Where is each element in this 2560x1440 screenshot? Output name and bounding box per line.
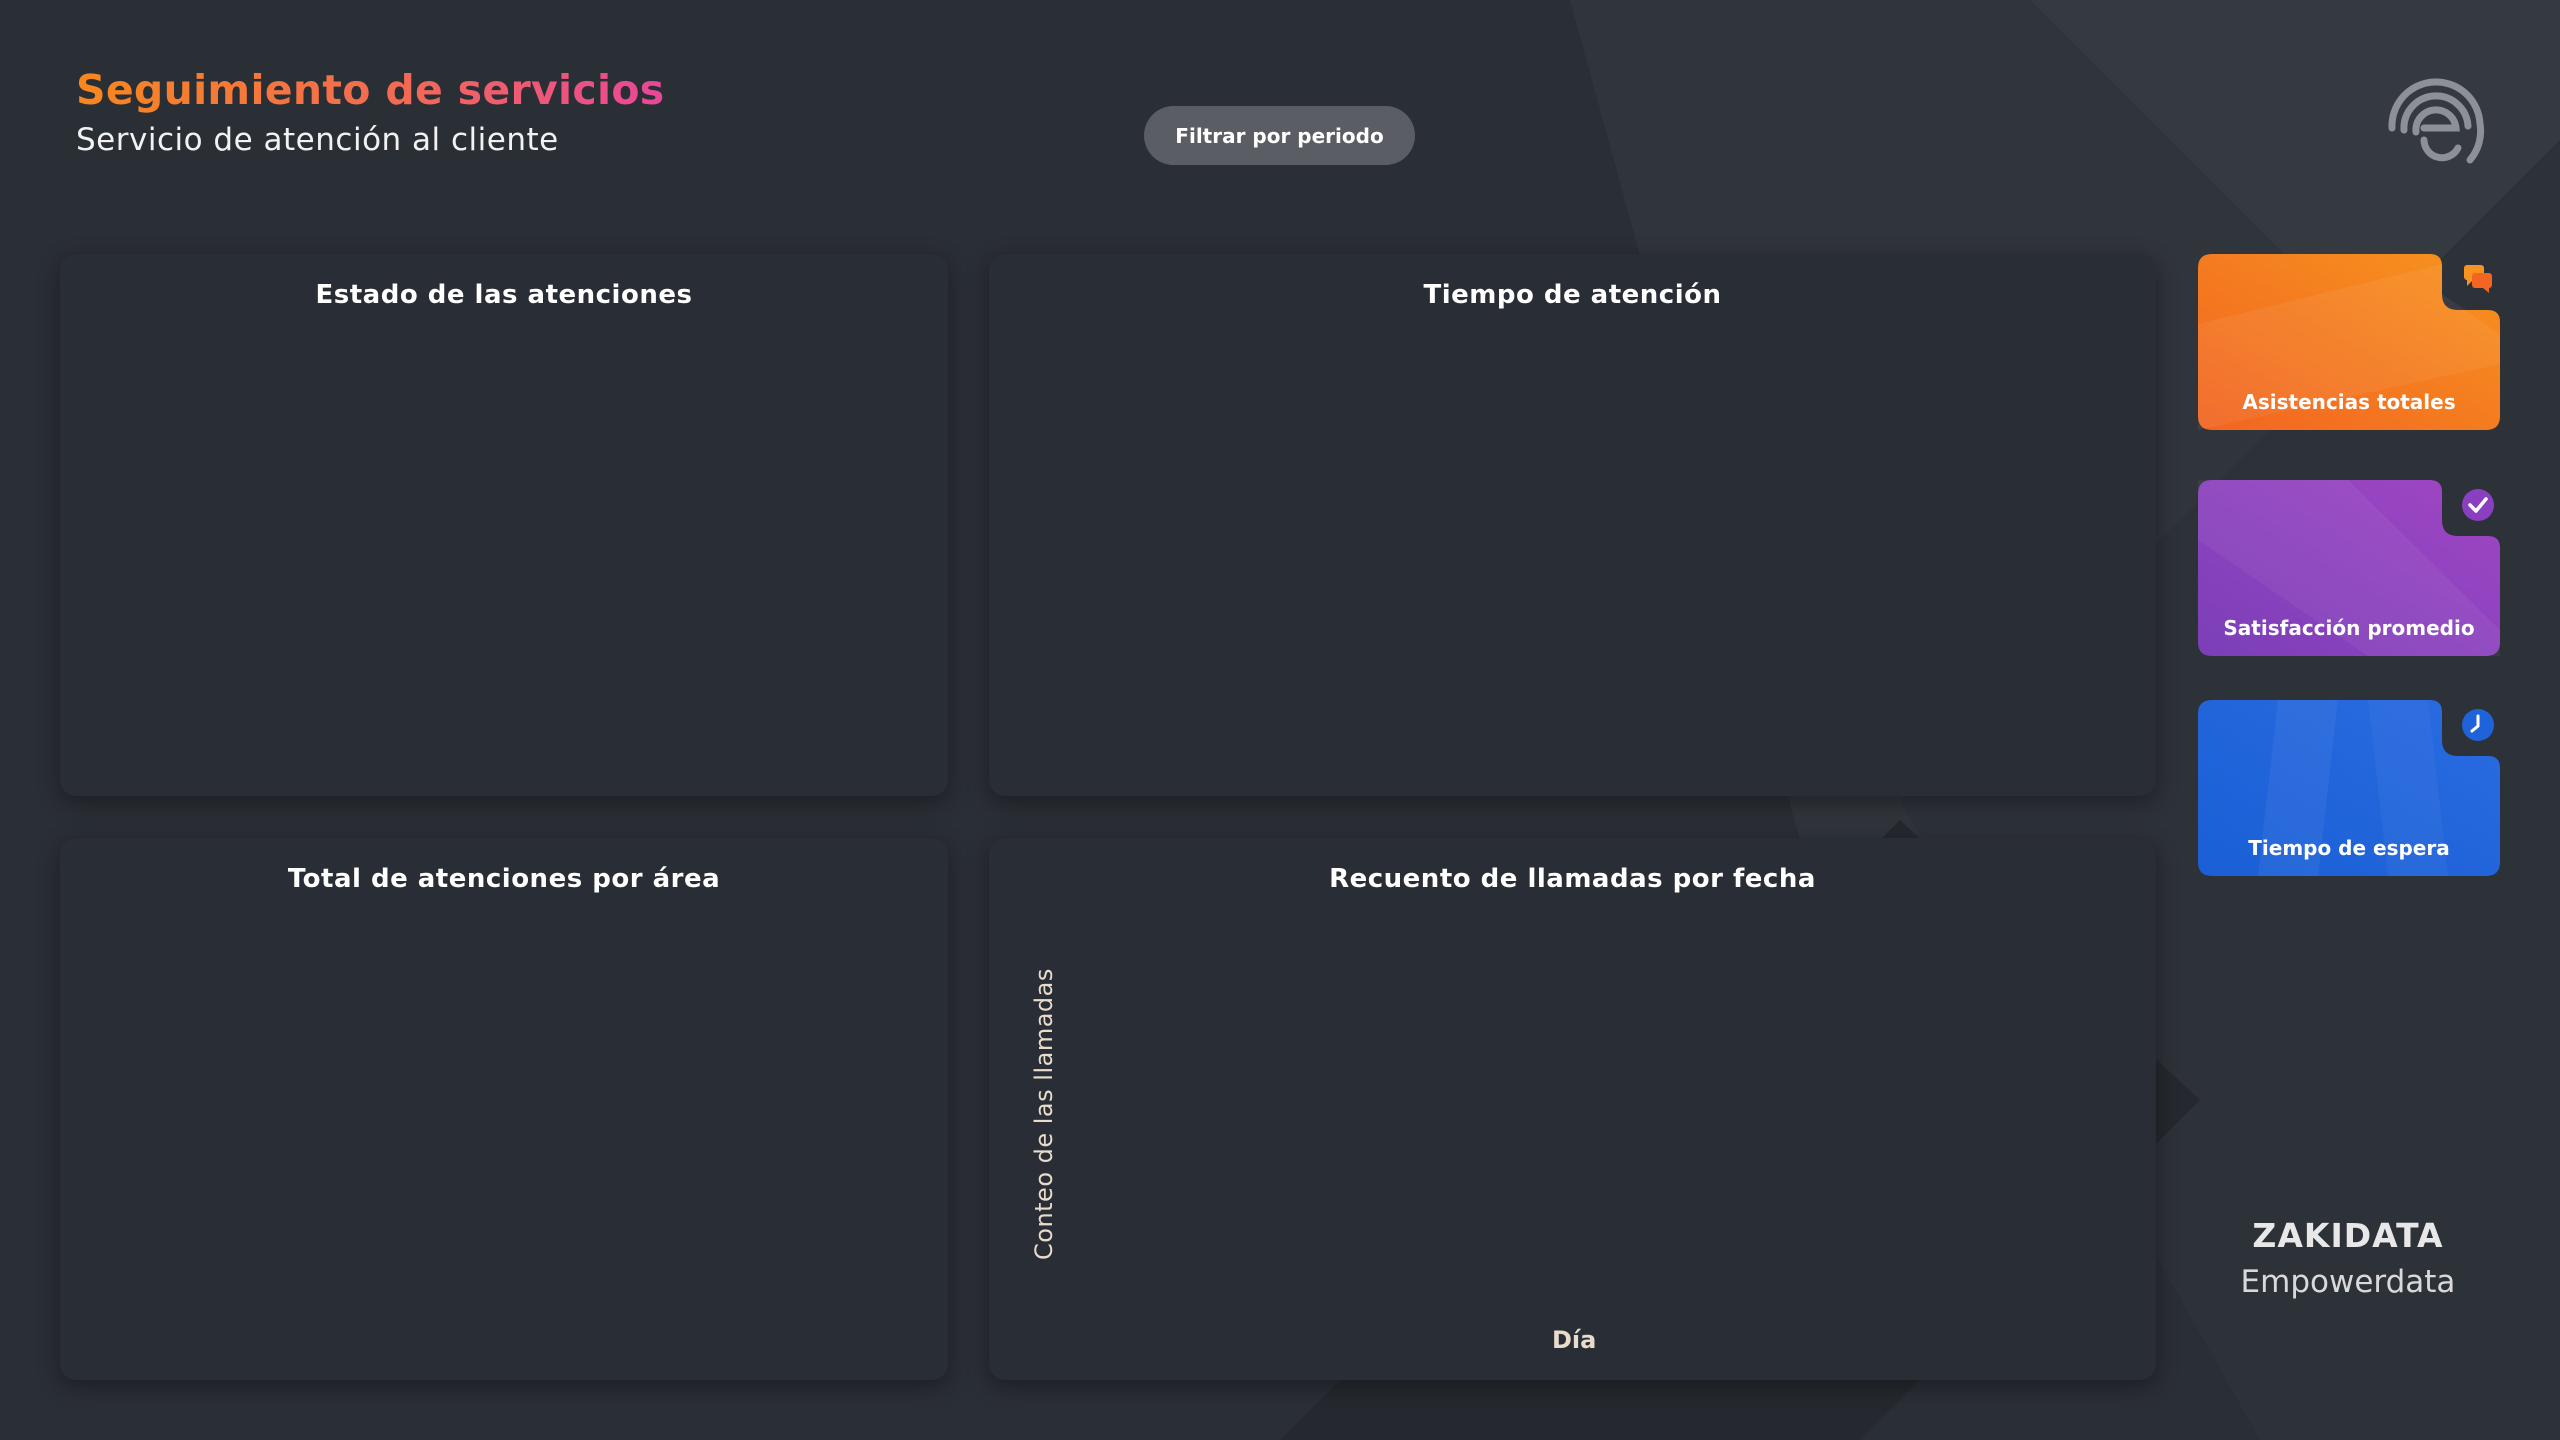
check-circle-icon [2462,489,2494,521]
panel-estado-atenciones: Estado de las atenciones [60,254,948,796]
panel-title: Tiempo de atención [1423,280,1722,310]
panel-title: Estado de las atenciones [315,280,693,310]
clock-icon [2462,709,2494,741]
kpi-card-satisfaccion-promedio[interactable]: Satisfacción promedio [2198,480,2500,656]
panel-tiempo-atencion: Tiempo de atención [989,254,2156,796]
kpi-card-asistencias-totales[interactable]: Asistencias totales [2198,254,2500,430]
card-label: Satisfacción promedio [2223,616,2475,640]
chat-icon [2464,265,2492,293]
kpi-card-tiempo-de-espera[interactable]: Tiempo de espera [2198,700,2500,876]
panel-atenciones-por-area: Total de atenciones por área [60,838,948,1380]
card-label: Asistencias totales [2242,390,2456,414]
brand-tagline: Empowerdata [2240,1264,2456,1300]
filter-by-period-button[interactable]: Filtrar por periodo [1144,106,1415,165]
panel-title: Recuento de llamadas por fecha [1329,864,1816,894]
x-axis-label: Día [1552,1326,1597,1354]
panel-llamadas-por-fecha: Recuento de llamadas por fecha [989,838,2156,1380]
panel-title: Total de atenciones por área [287,864,721,894]
page-title: Seguimiento de servicios [76,66,665,114]
y-axis-label: Conteo de las llamadas [1030,968,1058,1260]
card-label: Tiempo de espera [2248,836,2450,860]
page-subtitle: Servicio de atención al cliente [76,122,559,158]
brand-name: ZAKIDATA [2252,1216,2444,1255]
empowerdata-logo-icon [2388,78,2485,164]
